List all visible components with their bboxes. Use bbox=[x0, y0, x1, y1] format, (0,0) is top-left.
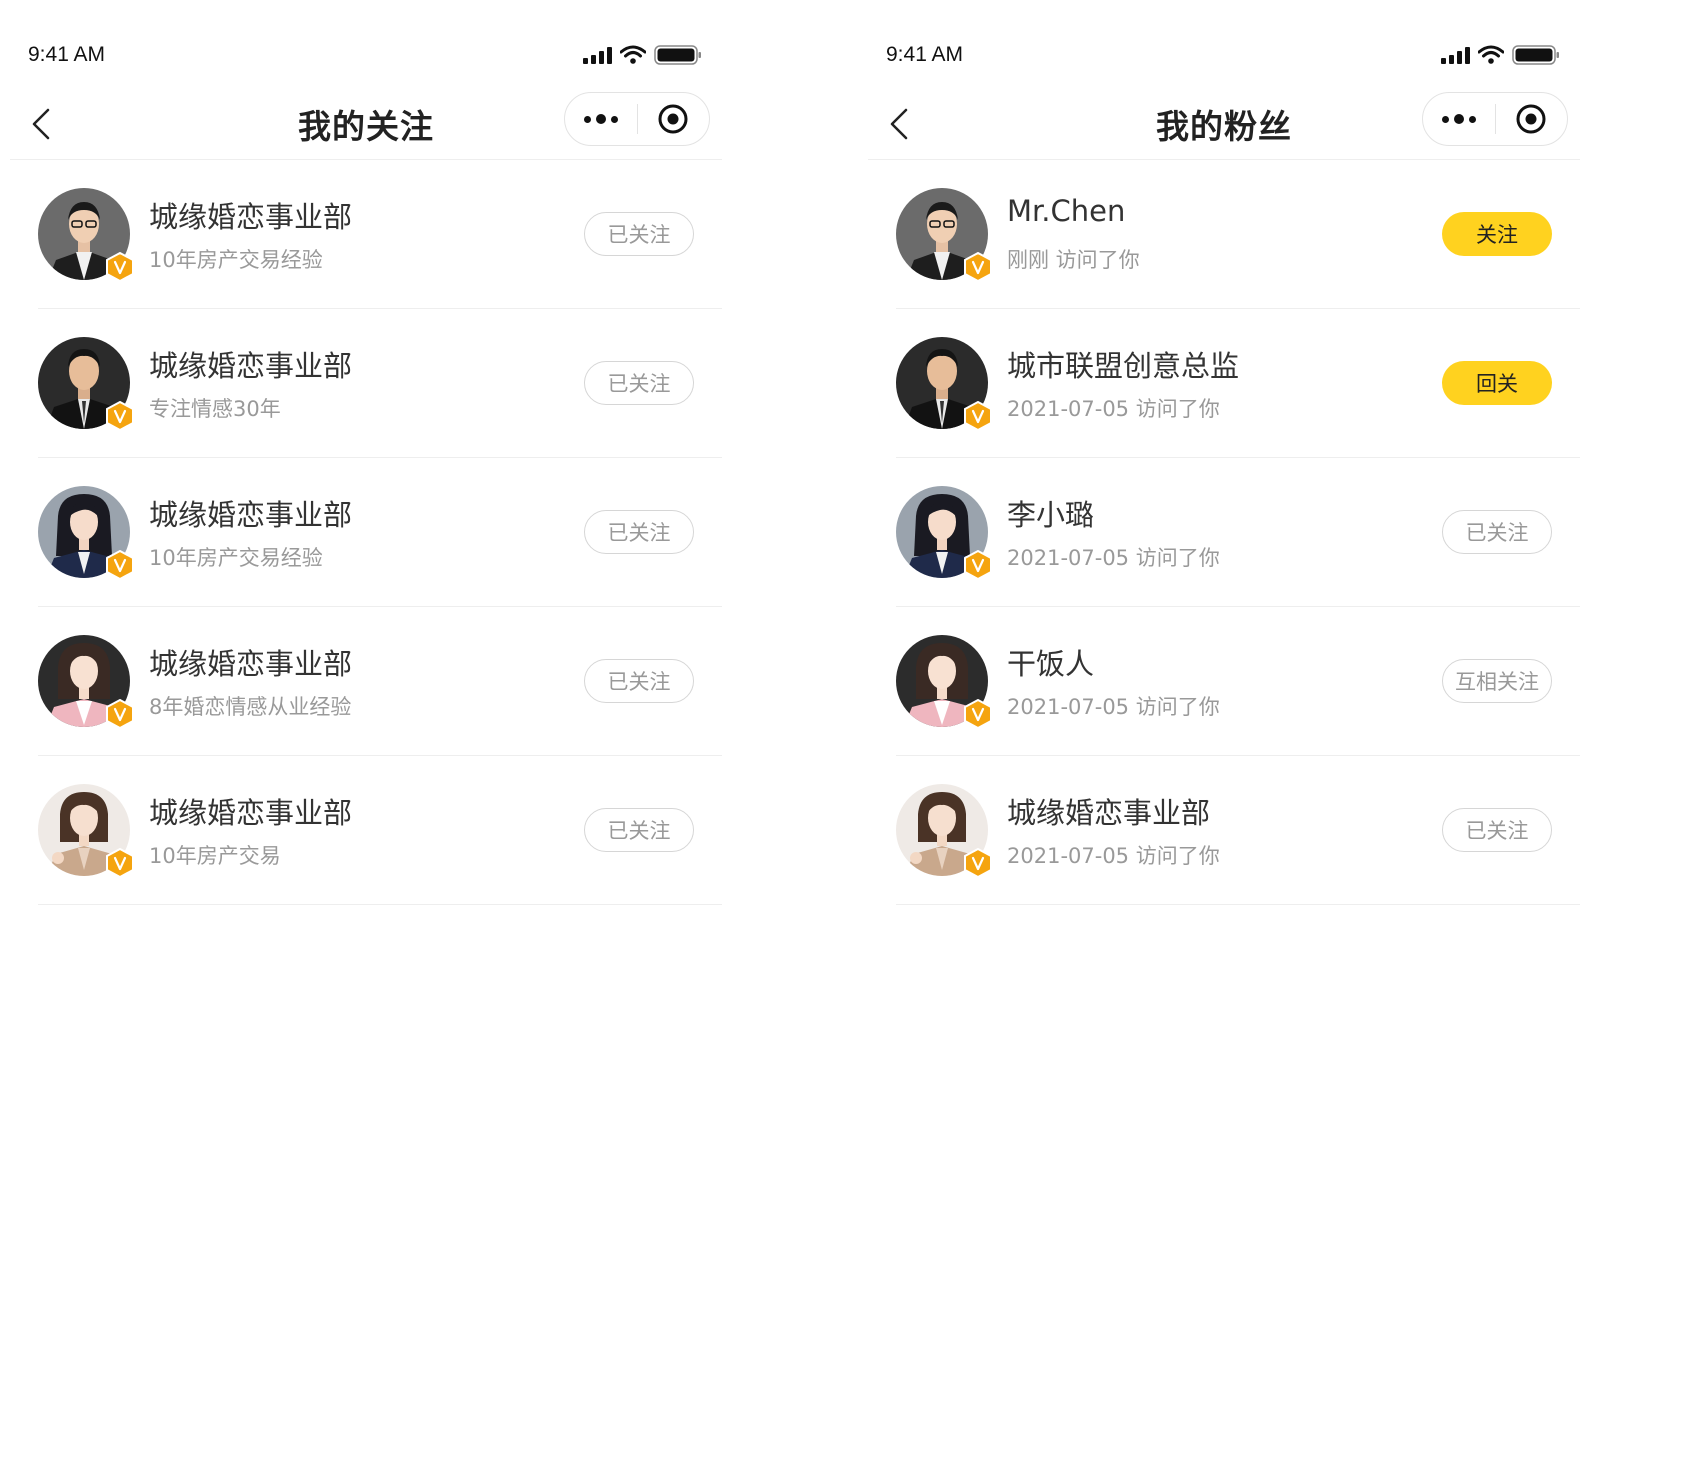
item-name: 城缘婚恋事业部 bbox=[1007, 796, 1211, 830]
verified-badge-icon bbox=[106, 401, 134, 431]
close-target-icon[interactable] bbox=[1496, 93, 1568, 145]
item-subtitle: 10年房产交易经验 bbox=[149, 546, 323, 570]
following-screen: 9:41 AM 我的关注 城缘婚恋事业部 10年房产交易经验 已关注 城缘婚恋事… bbox=[10, 0, 722, 1474]
item-subtitle: 2021-07-05 访问了你 bbox=[1007, 844, 1220, 868]
follow-button[interactable]: 关注 bbox=[1442, 212, 1552, 256]
verified-badge-icon bbox=[964, 401, 992, 431]
followed-button[interactable]: 已关注 bbox=[584, 361, 694, 405]
battery-icon bbox=[654, 45, 701, 65]
status-time: 9:41 AM bbox=[886, 43, 964, 66]
avatar[interactable] bbox=[896, 188, 992, 282]
avatar[interactable] bbox=[896, 486, 992, 580]
followed-button[interactable]: 已关注 bbox=[1442, 808, 1552, 852]
status-bar: 9:41 AM bbox=[868, 0, 1580, 90]
avatar[interactable] bbox=[896, 635, 992, 729]
signal-icon bbox=[1441, 46, 1470, 64]
item-subtitle: 刚刚 访问了你 bbox=[1007, 248, 1140, 272]
item-name: 城缘婚恋事业部 bbox=[149, 498, 353, 532]
list-item[interactable]: 干饭人 2021-07-05 访问了你 互相关注 bbox=[896, 607, 1580, 756]
wifi-icon bbox=[1478, 45, 1504, 64]
list-item[interactable]: 城缘婚恋事业部 专注情感30年 已关注 bbox=[38, 309, 722, 458]
item-name: 李小璐 bbox=[1007, 498, 1095, 532]
item-name: 干饭人 bbox=[1007, 647, 1095, 681]
mini-program-capsule bbox=[564, 92, 710, 146]
item-subtitle: 2021-07-05 访问了你 bbox=[1007, 397, 1220, 421]
verified-badge-icon bbox=[964, 848, 992, 878]
list-item[interactable]: Mr.Chen 刚刚 访问了你 关注 bbox=[896, 160, 1580, 309]
followed-button[interactable]: 已关注 bbox=[584, 212, 694, 256]
verified-badge-icon bbox=[106, 699, 134, 729]
list-item[interactable]: 城缘婚恋事业部 8年婚恋情感从业经验 已关注 bbox=[38, 607, 722, 756]
list-item[interactable]: 城市联盟创意总监 2021-07-05 访问了你 回关 bbox=[896, 309, 1580, 458]
avatar[interactable] bbox=[38, 188, 134, 282]
follow-back-button[interactable]: 回关 bbox=[1442, 361, 1552, 405]
item-name: 城缘婚恋事业部 bbox=[149, 349, 353, 383]
verified-badge-icon bbox=[964, 252, 992, 282]
wifi-icon bbox=[620, 45, 646, 64]
avatar[interactable] bbox=[38, 337, 134, 431]
avatar[interactable] bbox=[896, 784, 992, 878]
list-item[interactable]: 城缘婚恋事业部 2021-07-05 访问了你 已关注 bbox=[896, 756, 1580, 905]
item-name: 城缘婚恋事业部 bbox=[149, 796, 353, 830]
list-item[interactable]: 城缘婚恋事业部 10年房产交易经验 已关注 bbox=[38, 458, 722, 607]
followed-button[interactable]: 已关注 bbox=[584, 510, 694, 554]
item-subtitle: 10年房产交易 bbox=[149, 844, 281, 868]
battery-icon bbox=[1512, 45, 1559, 65]
list-item[interactable]: 城缘婚恋事业部 10年房产交易 已关注 bbox=[38, 756, 722, 905]
item-subtitle: 2021-07-05 访问了你 bbox=[1007, 546, 1220, 570]
item-subtitle: 2021-07-05 访问了你 bbox=[1007, 695, 1220, 719]
verified-badge-icon bbox=[964, 550, 992, 580]
fans-screen: 9:41 AM 我的粉丝 Mr.Chen 刚刚 访问了你 关注 城市联盟创意总监… bbox=[868, 0, 1580, 1474]
avatar[interactable] bbox=[896, 337, 992, 431]
item-name: 城市联盟创意总监 bbox=[1007, 349, 1240, 383]
status-bar: 9:41 AM bbox=[10, 0, 722, 90]
following-list: 城缘婚恋事业部 10年房产交易经验 已关注 城缘婚恋事业部 专注情感30年 已关… bbox=[10, 160, 722, 905]
followed-button[interactable]: 已关注 bbox=[1442, 510, 1552, 554]
verified-badge-icon bbox=[964, 699, 992, 729]
status-icons bbox=[583, 44, 702, 66]
followed-button[interactable]: 已关注 bbox=[584, 659, 694, 703]
mini-program-capsule bbox=[1422, 92, 1568, 146]
more-icon[interactable] bbox=[565, 93, 637, 145]
item-subtitle: 10年房产交易经验 bbox=[149, 248, 323, 272]
item-name: 城缘婚恋事业部 bbox=[149, 647, 353, 681]
list-item[interactable]: 城缘婚恋事业部 10年房产交易经验 已关注 bbox=[38, 160, 722, 309]
mutual-follow-button[interactable]: 互相关注 bbox=[1442, 659, 1552, 703]
followed-button[interactable]: 已关注 bbox=[584, 808, 694, 852]
fans-list: Mr.Chen 刚刚 访问了你 关注 城市联盟创意总监 2021-07-05 访… bbox=[868, 160, 1580, 905]
verified-badge-icon bbox=[106, 252, 134, 282]
item-subtitle: 8年婚恋情感从业经验 bbox=[149, 695, 352, 719]
item-subtitle: 专注情感30年 bbox=[149, 397, 281, 421]
avatar[interactable] bbox=[38, 784, 134, 878]
verified-badge-icon bbox=[106, 848, 134, 878]
item-name: Mr.Chen bbox=[1007, 194, 1126, 228]
verified-badge-icon bbox=[106, 550, 134, 580]
avatar[interactable] bbox=[38, 635, 134, 729]
nav-bar: 我的粉丝 bbox=[868, 90, 1580, 160]
status-icons bbox=[1441, 44, 1560, 66]
signal-icon bbox=[583, 46, 612, 64]
more-icon[interactable] bbox=[1423, 93, 1495, 145]
avatar[interactable] bbox=[38, 486, 134, 580]
status-time: 9:41 AM bbox=[28, 43, 106, 66]
close-target-icon[interactable] bbox=[638, 93, 710, 145]
nav-bar: 我的关注 bbox=[10, 90, 722, 160]
item-name: 城缘婚恋事业部 bbox=[149, 200, 353, 234]
list-item[interactable]: 李小璐 2021-07-05 访问了你 已关注 bbox=[896, 458, 1580, 607]
